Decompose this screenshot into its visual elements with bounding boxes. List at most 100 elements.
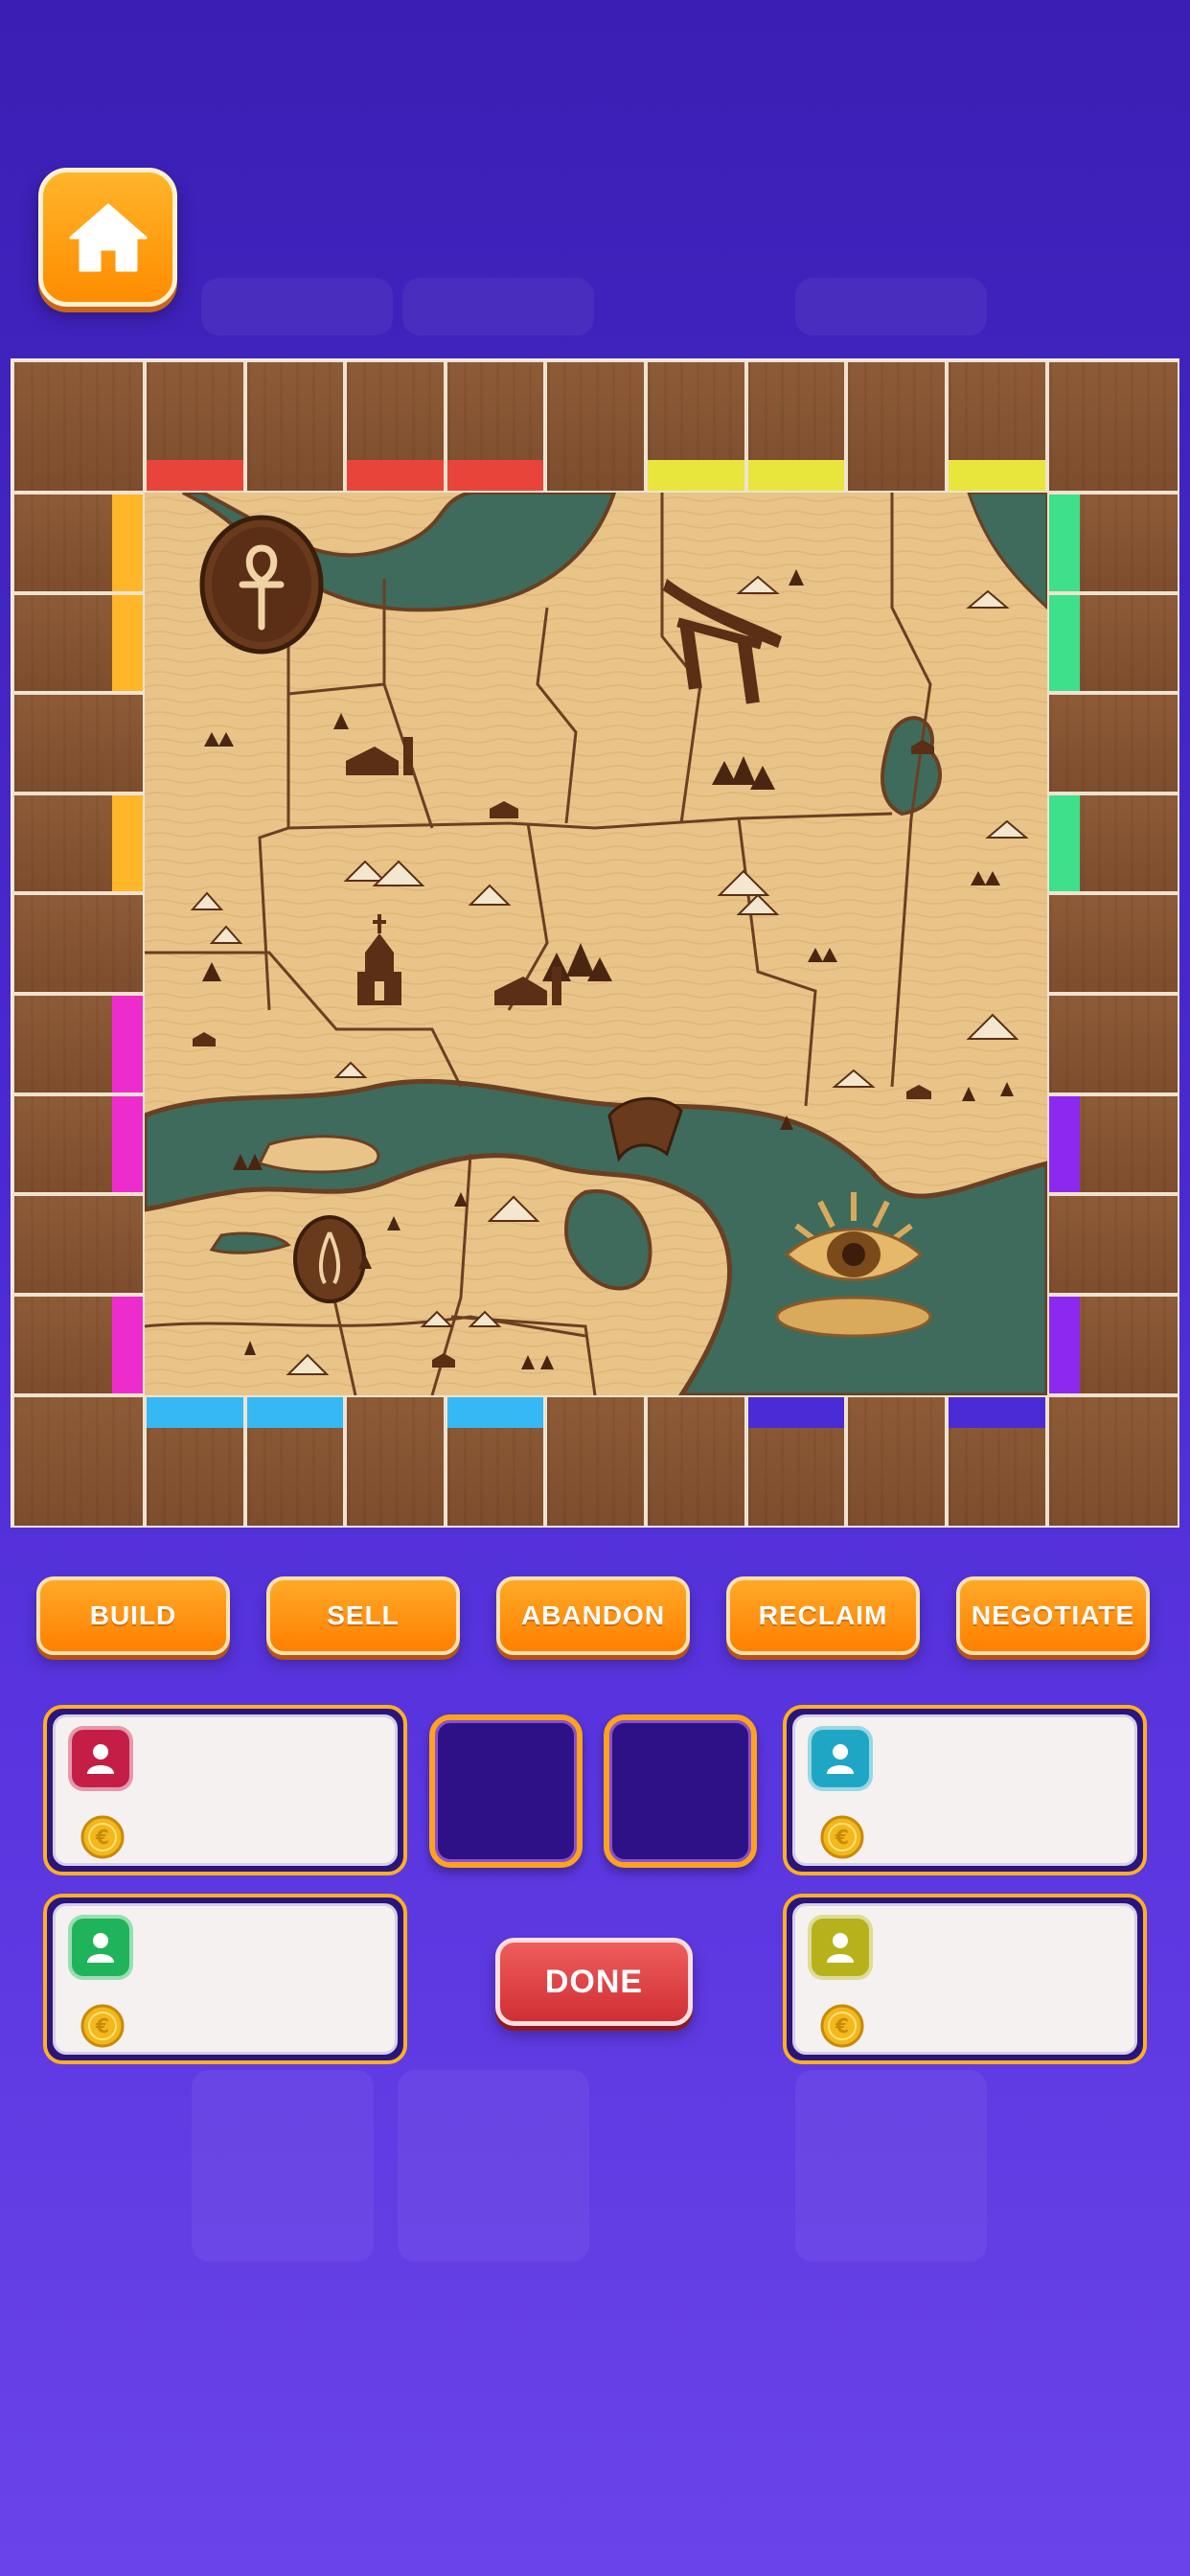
- trade-slot-right[interactable]: [604, 1714, 757, 1868]
- coin-icon: €: [80, 1815, 125, 1859]
- avatar: [808, 1726, 873, 1791]
- sell-button[interactable]: SELL: [266, 1576, 460, 1655]
- board-space-right-7[interactable]: [1047, 1094, 1179, 1194]
- board-corner-top-left[interactable]: [12, 360, 145, 493]
- svg-text:€: €: [95, 2014, 109, 2037]
- property-color-band: [112, 494, 143, 591]
- board-space-left-7[interactable]: [12, 1094, 145, 1194]
- property-color-band: [247, 1397, 343, 1428]
- background-tile: [192, 2070, 374, 2262]
- build-button[interactable]: BUILD: [36, 1576, 230, 1655]
- reclaim-button[interactable]: RECLAIM: [726, 1576, 920, 1655]
- home-icon: [69, 203, 147, 271]
- player-card-red[interactable]: €: [43, 1705, 407, 1875]
- svg-text:€: €: [95, 1826, 109, 1849]
- board-space-right-6[interactable]: [1047, 994, 1179, 1094]
- board-space-left-6[interactable]: [12, 994, 145, 1094]
- background-tile: [795, 278, 987, 335]
- property-color-band: [112, 1297, 143, 1393]
- svg-text:€: €: [835, 2014, 849, 2037]
- board-space-bottom-7[interactable]: [746, 1395, 846, 1528]
- abandon-button[interactable]: ABANDON: [496, 1576, 690, 1655]
- player-card-olive[interactable]: €: [783, 1894, 1147, 2064]
- game-board: [11, 358, 1179, 1528]
- board-space-left-4[interactable]: [12, 794, 145, 893]
- property-color-band: [748, 1397, 844, 1428]
- board-space-top-9[interactable]: [947, 360, 1047, 493]
- coin-icon: €: [820, 1815, 864, 1859]
- background-tile: [398, 2070, 589, 2262]
- property-color-band: [447, 1397, 543, 1428]
- property-color-band: [1049, 1096, 1080, 1192]
- property-color-band: [447, 460, 543, 491]
- property-color-band: [949, 460, 1045, 491]
- board-space-right-9[interactable]: [1047, 1295, 1179, 1395]
- property-color-band: [1049, 795, 1080, 891]
- property-color-band: [748, 460, 844, 491]
- background-tile: [402, 278, 594, 335]
- svg-text:€: €: [835, 1826, 849, 1849]
- property-color-band: [949, 1397, 1045, 1428]
- board-space-top-7[interactable]: [746, 360, 846, 493]
- property-color-band: [112, 595, 143, 691]
- player-card-green[interactable]: €: [43, 1894, 407, 2064]
- background-tile: [795, 2070, 987, 2262]
- board-space-right-8[interactable]: [1047, 1194, 1179, 1295]
- board-space-left-2[interactable]: [12, 593, 145, 693]
- board-space-right-3[interactable]: [1047, 693, 1179, 794]
- user-icon: [827, 1933, 854, 1963]
- property-color-band: [147, 1397, 243, 1428]
- home-button[interactable]: [38, 168, 177, 307]
- board-space-left-5[interactable]: [12, 893, 145, 994]
- board-space-bottom-8[interactable]: [846, 1395, 947, 1528]
- board-space-top-6[interactable]: [646, 360, 746, 493]
- user-icon: [87, 1744, 114, 1774]
- property-color-band: [112, 1096, 143, 1192]
- board-space-right-4[interactable]: [1047, 794, 1179, 893]
- board-space-bottom-6[interactable]: [646, 1395, 746, 1528]
- background-tile: [201, 278, 393, 335]
- trade-slot-left[interactable]: [429, 1714, 583, 1868]
- board-center-map: [145, 493, 1047, 1395]
- board-space-right-2[interactable]: [1047, 593, 1179, 693]
- property-color-band: [1049, 1297, 1080, 1393]
- user-icon: [87, 1933, 114, 1963]
- board-space-top-1[interactable]: [145, 360, 245, 493]
- board-space-bottom-9[interactable]: [947, 1395, 1047, 1528]
- board-space-top-2[interactable]: [245, 360, 345, 493]
- board-space-top-8[interactable]: [846, 360, 947, 493]
- ankh-icon: [199, 515, 324, 655]
- board-space-top-3[interactable]: [345, 360, 446, 493]
- done-button[interactable]: DONE: [495, 1938, 693, 2026]
- board-space-bottom-4[interactable]: [446, 1395, 545, 1528]
- board-space-left-9[interactable]: [12, 1295, 145, 1395]
- board-space-top-5[interactable]: [545, 360, 646, 493]
- board-corner-top-right[interactable]: [1047, 360, 1179, 493]
- property-color-band: [1049, 595, 1080, 691]
- board-space-left-8[interactable]: [12, 1194, 145, 1295]
- praying-hands-icon: [293, 1215, 366, 1303]
- map-illustration: [145, 493, 1047, 1395]
- board-corner-bottom-right[interactable]: [1047, 1395, 1179, 1528]
- avatar: [68, 1915, 133, 1980]
- board-space-right-1[interactable]: [1047, 493, 1179, 593]
- user-icon: [827, 1744, 854, 1774]
- negotiate-button[interactable]: NEGOTIATE: [956, 1576, 1150, 1655]
- board-space-bottom-3[interactable]: [345, 1395, 446, 1528]
- coin-icon: €: [820, 2004, 864, 2048]
- avatar: [68, 1726, 133, 1791]
- board-space-bottom-5[interactable]: [545, 1395, 646, 1528]
- board-space-left-3[interactable]: [12, 693, 145, 794]
- board-space-bottom-2[interactable]: [245, 1395, 345, 1528]
- board-space-right-5[interactable]: [1047, 893, 1179, 994]
- board-corner-bottom-left[interactable]: [12, 1395, 145, 1528]
- property-color-band: [112, 795, 143, 891]
- board-space-bottom-1[interactable]: [145, 1395, 245, 1528]
- board-space-left-1[interactable]: [12, 493, 145, 593]
- action-button-row: BUILD SELL ABANDON RECLAIM NEGOTIATE: [36, 1576, 1154, 1663]
- player-card-teal[interactable]: €: [783, 1705, 1147, 1875]
- board-space-top-4[interactable]: [446, 360, 545, 493]
- avatar: [808, 1915, 873, 1980]
- property-color-band: [112, 996, 143, 1092]
- property-color-band: [1049, 494, 1080, 591]
